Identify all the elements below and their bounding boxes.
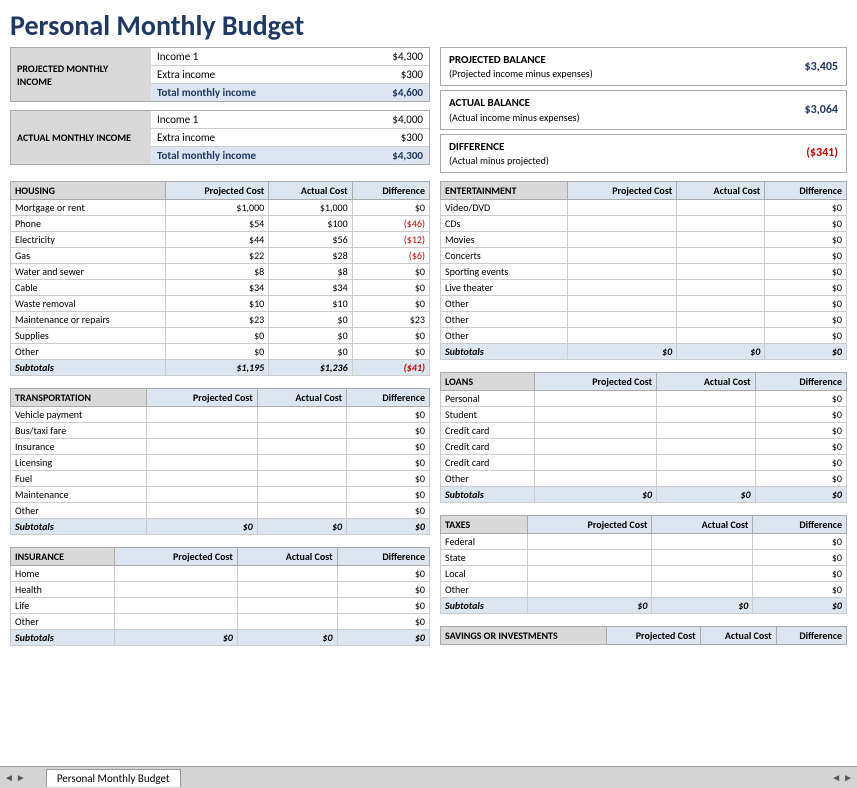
savings-table: SAVINGS OR INVESTMENTS Projected Cost Ac… — [440, 626, 847, 645]
right-column: ENTERTAINMENT Projected Cost Actual Cost… — [440, 181, 847, 652]
next-sheet-icon[interactable]: ► — [16, 771, 26, 784]
prev-sheet-icon[interactable]: ◄ — [4, 771, 14, 784]
entertainment-table: ENTERTAINMENT Projected Cost Actual Cost… — [440, 181, 847, 360]
actual-balance-sublabel: (Actual income minus expenses) — [449, 111, 758, 125]
housing-header: HOUSING — [11, 182, 166, 200]
table-row: Fuel$0 — [11, 471, 430, 487]
housing-col-diff: Difference — [352, 182, 429, 200]
table-row: Video/DVD$0 — [441, 200, 847, 216]
actual-income-rows: Income 1 $4,000 Extra income $300 Total … — [151, 111, 429, 164]
table-row: Mortgage or rent$1,000$1,000$0 — [11, 200, 430, 216]
table-row: Insurance$0 — [11, 439, 430, 455]
scrollbar-right-icon[interactable]: ► — [843, 771, 853, 784]
sheet-tab[interactable]: Personal Monthly Budget — [46, 769, 181, 787]
taxes-table: TAXES Projected Cost Actual Cost Differe… — [440, 515, 847, 614]
transportation-header: TRANSPORTATION — [11, 389, 147, 407]
table-row: Life$0 — [11, 598, 430, 614]
table-row: Other$0 — [441, 296, 847, 312]
table-row: Local$0 — [441, 566, 847, 582]
list-item: Total monthly income $4,600 — [151, 84, 429, 101]
table-row: Electricity$44$56($12) — [11, 232, 430, 248]
difference-value: ($341) — [758, 146, 838, 160]
table-row: Sporting events$0 — [441, 264, 847, 280]
list-item: Income 1 $4,000 — [151, 111, 429, 129]
housing-subtotal: Subtotals$1,195$1,236($41) — [11, 360, 430, 376]
insurance-header: INSURANCE — [11, 548, 115, 566]
entertainment-header: ENTERTAINMENT — [441, 182, 568, 200]
table-row: Movies$0 — [441, 232, 847, 248]
table-row: Vehicle payment$0 — [11, 407, 430, 423]
left-column: HOUSING Projected Cost Actual Cost Diffe… — [10, 181, 430, 652]
insurance-table: INSURANCE Projected Cost Actual Cost Dif… — [10, 547, 430, 646]
list-item: Extra income $300 — [151, 66, 429, 84]
balance-section: PROJECTED BALANCE (Projected income minu… — [440, 47, 847, 173]
loans-header: LOANS — [441, 373, 535, 391]
table-row: Other$0 — [441, 582, 847, 598]
actual-balance-label: ACTUAL BALANCE — [449, 95, 758, 110]
table-row: Personal$0 — [441, 391, 847, 407]
housing-col-actual: Actual Cost — [269, 182, 352, 200]
transportation-table: TRANSPORTATION Projected Cost Actual Cos… — [10, 388, 430, 535]
income-section: PROJECTED MONTHLY INCOME Income 1 $4,300… — [10, 47, 430, 173]
table-row: Other$0 — [441, 312, 847, 328]
projected-income-block: PROJECTED MONTHLY INCOME Income 1 $4,300… — [10, 47, 430, 102]
actual-income-label: ACTUAL MONTHLY INCOME — [11, 111, 151, 164]
list-item: Income 1 $4,300 — [151, 48, 429, 66]
table-row: Live theater$0 — [441, 280, 847, 296]
taxes-subtotal: Subtotals$0$0$0 — [441, 598, 847, 614]
transportation-subtotal: Subtotals$0$0$0 — [11, 519, 430, 535]
projected-income-label: PROJECTED MONTHLY INCOME — [11, 48, 151, 101]
table-row: Maintenance or repairs$23$0$23 — [11, 312, 430, 328]
table-row: Supplies$0$0$0 — [11, 328, 430, 344]
loans-table: LOANS Projected Cost Actual Cost Differe… — [440, 372, 847, 503]
table-row: Concerts$0 — [441, 248, 847, 264]
taskbar: ◄ ► Personal Monthly Budget ◄ ► — [0, 766, 857, 788]
difference-sublabel: (Actual minus projected) — [449, 154, 758, 168]
table-row: Cable$34$34$0 — [11, 280, 430, 296]
savings-header: SAVINGS OR INVESTMENTS — [441, 627, 607, 645]
entertainment-subtotal: Subtotals$0$0$0 — [441, 344, 847, 360]
table-row: Federal$0 — [441, 534, 847, 550]
insurance-subtotal: Subtotals$0$0$0 — [11, 630, 430, 646]
table-row: Home$0 — [11, 566, 430, 582]
table-row: Licensing$0 — [11, 455, 430, 471]
table-row: Other$0$0$0 — [11, 344, 430, 360]
page-title: Personal Monthly Budget — [0, 0, 857, 47]
difference-label: DIFFERENCE — [449, 139, 758, 154]
taxes-header: TAXES — [441, 516, 528, 534]
projected-balance-block: PROJECTED BALANCE (Projected income minu… — [440, 47, 847, 86]
table-row: Gas$22$28($6) — [11, 248, 430, 264]
list-item: Total monthly income $4,300 — [151, 147, 429, 164]
table-row: Water and sewer$8$8$0 — [11, 264, 430, 280]
table-row: State$0 — [441, 550, 847, 566]
table-row: Student$0 — [441, 407, 847, 423]
scrollbar-left-icon[interactable]: ◄ — [831, 771, 841, 784]
table-row: Phone$54$100($46) — [11, 216, 430, 232]
table-row: Credit card$0 — [441, 423, 847, 439]
table-row: Other$0 — [11, 614, 430, 630]
table-row: Maintenance$0 — [11, 487, 430, 503]
main-content: HOUSING Projected Cost Actual Cost Diffe… — [0, 181, 857, 652]
actual-balance-value: $3,064 — [758, 103, 838, 117]
table-row: Waste removal$10$10$0 — [11, 296, 430, 312]
actual-balance-block: ACTUAL BALANCE (Actual income minus expe… — [440, 90, 847, 129]
table-row: CDs$0 — [441, 216, 847, 232]
actual-income-block: ACTUAL MONTHLY INCOME Income 1 $4,000 Ex… — [10, 110, 430, 165]
projected-balance-sublabel: (Projected income minus expenses) — [449, 67, 758, 81]
projected-balance-value: $3,405 — [758, 60, 838, 74]
housing-col-proj: Projected Cost — [166, 182, 269, 200]
list-item: Extra income $300 — [151, 129, 429, 147]
table-row: Bus/taxi fare$0 — [11, 423, 430, 439]
projected-balance-label: PROJECTED BALANCE — [449, 52, 758, 67]
table-row: Credit card$0 — [441, 455, 847, 471]
table-row: Other$0 — [441, 328, 847, 344]
table-row: Other$0 — [441, 471, 847, 487]
table-row: Other$0 — [11, 503, 430, 519]
loans-subtotal: Subtotals$0$0$0 — [441, 487, 847, 503]
table-row: Health$0 — [11, 582, 430, 598]
difference-block: DIFFERENCE (Actual minus projected) ($34… — [440, 134, 847, 173]
projected-income-rows: Income 1 $4,300 Extra income $300 Total … — [151, 48, 429, 101]
table-row: Credit card$0 — [441, 439, 847, 455]
housing-table: HOUSING Projected Cost Actual Cost Diffe… — [10, 181, 430, 376]
